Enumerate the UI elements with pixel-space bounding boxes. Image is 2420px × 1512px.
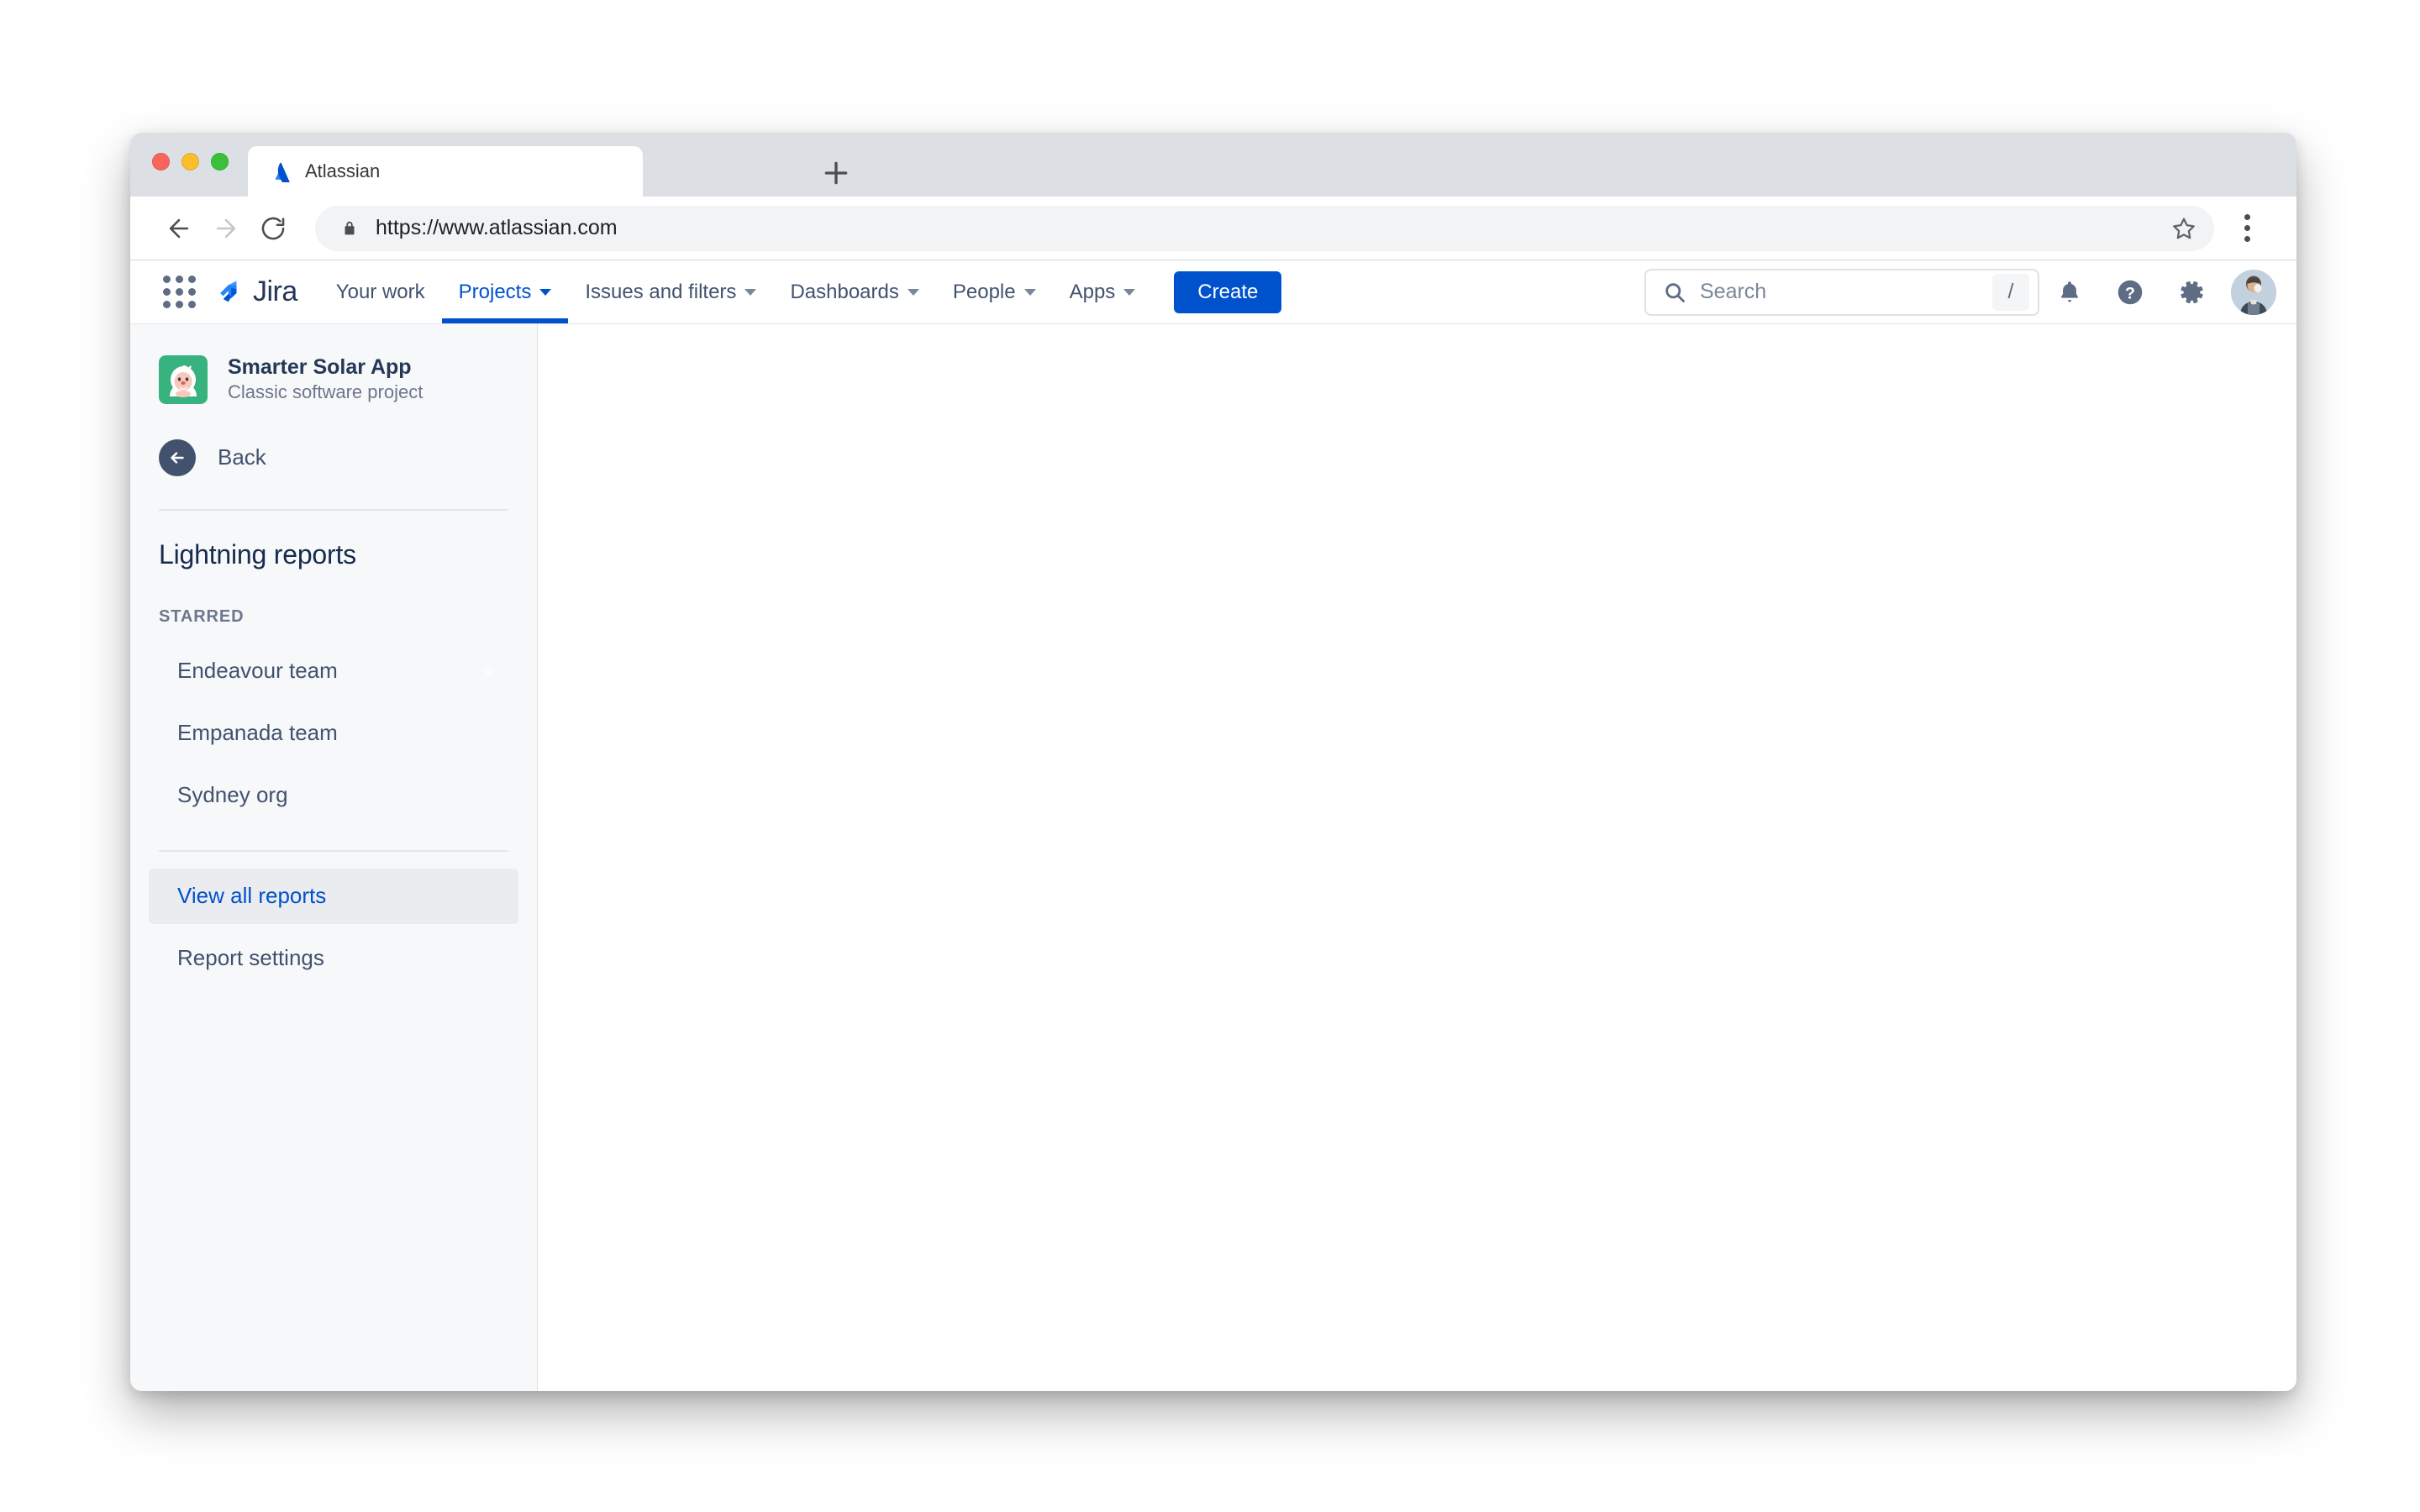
chevron-down-icon: [1123, 289, 1135, 296]
kebab-menu-icon[interactable]: [2226, 205, 2268, 252]
user-avatar[interactable]: [2231, 270, 2276, 315]
sidebar-item-view-all-reports[interactable]: View all reports: [149, 869, 518, 924]
url-bar[interactable]: https://www.atlassian.com: [315, 206, 2214, 251]
nav-item-dashboards[interactable]: Dashboards: [773, 260, 935, 323]
starred-section-label: STARRED: [130, 570, 537, 627]
chevron-down-icon: [908, 289, 919, 296]
new-tab-button[interactable]: [819, 156, 853, 190]
star-outline-icon[interactable]: [2165, 210, 2202, 247]
nav-item-people[interactable]: People: [936, 260, 1053, 323]
maximize-window-button[interactable]: [211, 153, 229, 171]
chevron-down-icon: [539, 289, 551, 296]
sidebar-item-label: Endeavour team: [177, 658, 338, 684]
minimize-window-button[interactable]: [182, 153, 199, 171]
sidebar-item-endeavour-team[interactable]: Endeavour team ★: [149, 643, 518, 699]
project-name: Smarter Solar App: [228, 354, 423, 381]
jira-nav-items: Your work Projects Issues and filters Da…: [319, 260, 1153, 323]
sidebar-item-label: Sydney org: [177, 782, 288, 808]
nav-item-label: Projects: [459, 281, 532, 304]
reload-icon[interactable]: [250, 205, 297, 252]
atlassian-logo-icon: [270, 160, 292, 182]
settings-gear-icon[interactable]: [2160, 262, 2221, 323]
notifications-bell-icon[interactable]: [2039, 262, 2100, 323]
project-type: Classic software project: [228, 381, 423, 405]
star-icon[interactable]: ★: [479, 658, 498, 684]
nav-item-issues-and-filters[interactable]: Issues and filters: [568, 260, 773, 323]
nav-item-apps[interactable]: Apps: [1053, 260, 1153, 323]
help-question-icon[interactable]: ?: [2100, 262, 2160, 323]
chevron-down-icon: [744, 289, 756, 296]
nav-item-label: Apps: [1070, 281, 1116, 304]
page-viewport: Jira Your work Projects Issues and filte…: [130, 260, 2296, 1391]
jira-nav-right: / ?: [1644, 262, 2276, 323]
yeti-avatar-icon: [159, 355, 208, 404]
sidebar-item-sydney-org[interactable]: Sydney org: [149, 768, 518, 823]
browser-tab[interactable]: Atlassian: [248, 146, 643, 197]
sidebar-item-empanada-team[interactable]: Empanada team: [149, 706, 518, 761]
search-shortcut-key: /: [1992, 274, 2029, 311]
sidebar-divider-bottom: [159, 850, 508, 852]
app-switcher-icon[interactable]: [154, 267, 204, 318]
url-text: https://www.atlassian.com: [376, 216, 618, 240]
sidebar-item-label: Report settings: [177, 945, 324, 971]
nav-item-label: Dashboards: [790, 281, 898, 304]
sidebar-title: Lightning reports: [130, 511, 537, 570]
nav-item-label: People: [953, 281, 1016, 304]
nav-item-label: Your work: [336, 281, 425, 304]
browser-window: Atlassian: [130, 133, 2296, 1391]
search-input[interactable]: [1700, 280, 1992, 304]
main-content-area: [538, 324, 2296, 1391]
nav-item-your-work[interactable]: Your work: [319, 260, 442, 323]
browser-toolbar: https://www.atlassian.com: [130, 197, 2296, 260]
page-body: Smarter Solar App Classic software proje…: [130, 324, 2296, 1391]
tab-title: Atlassian: [305, 160, 380, 182]
nav-item-projects[interactable]: Projects: [442, 260, 569, 323]
sidebar-item-label: View all reports: [177, 883, 326, 909]
lock-icon: [340, 218, 359, 239]
create-button[interactable]: Create: [1174, 271, 1281, 313]
chevron-down-icon: [1024, 289, 1036, 296]
sidebar-item-report-settings[interactable]: Report settings: [149, 931, 518, 986]
browser-titlebar: Atlassian: [130, 133, 2296, 197]
jira-wordmark: Jira: [253, 276, 297, 308]
jira-logo[interactable]: Jira: [214, 276, 297, 308]
close-window-button[interactable]: [152, 153, 170, 171]
back-button[interactable]: Back: [130, 430, 537, 486]
svg-text:?: ?: [2125, 284, 2135, 302]
project-sidebar: Smarter Solar App Classic software proje…: [130, 324, 538, 1391]
nav-item-label: Issues and filters: [585, 281, 736, 304]
jira-mark-icon: [214, 276, 246, 308]
search-box[interactable]: /: [1644, 269, 2039, 316]
project-header[interactable]: Smarter Solar App Classic software proje…: [130, 354, 537, 405]
forward-navigation-icon[interactable]: [203, 205, 250, 252]
back-label: Back: [218, 444, 266, 470]
sidebar-item-label: Empanada team: [177, 720, 338, 746]
back-navigation-icon[interactable]: [155, 205, 203, 252]
arrow-left-circle-icon: [159, 439, 196, 476]
window-controls: [152, 153, 229, 171]
search-icon: [1663, 281, 1686, 304]
jira-top-navigation: Jira Your work Projects Issues and filte…: [130, 260, 2296, 324]
